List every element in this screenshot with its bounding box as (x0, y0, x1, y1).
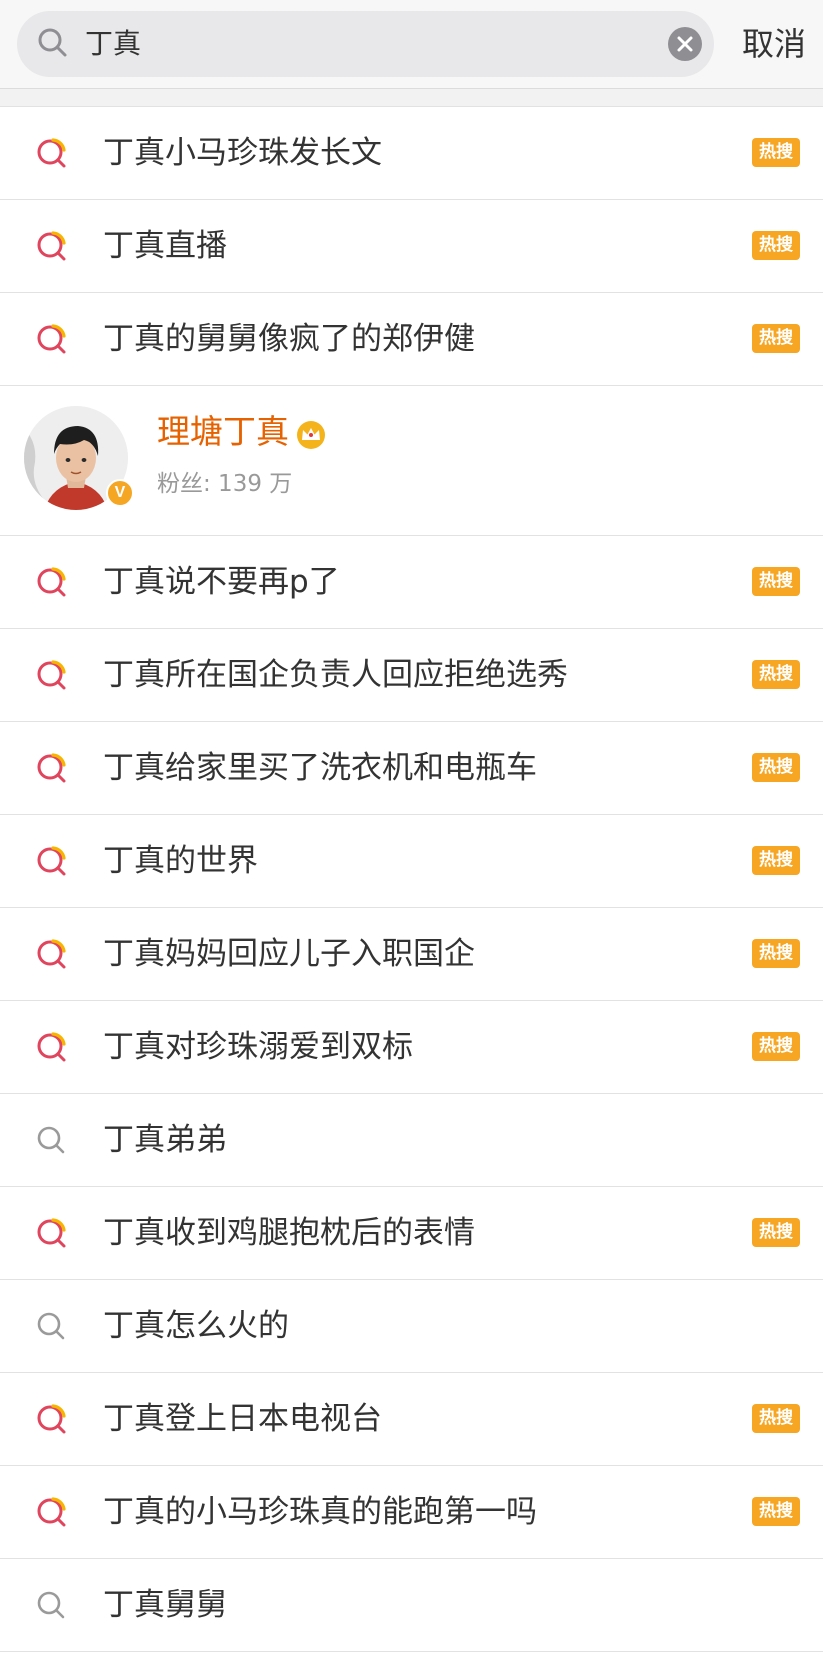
suggestion-row[interactable]: 丁真登上日本电视台 热搜 (0, 1373, 823, 1466)
hot-search-icon (37, 231, 66, 261)
fan-count: 粉丝: 139 万 (157, 471, 293, 497)
hot-search-icon (37, 138, 66, 168)
hot-badge: 热搜 (752, 138, 800, 167)
search-input[interactable]: 丁真 (17, 11, 714, 77)
suggestion-text[interactable]: 丁真登上日本电视台 (103, 1373, 382, 1466)
hot-badge: 热搜 (752, 567, 800, 596)
user-suggestion[interactable]: V 理塘丁真 粉丝: 139 万 (0, 386, 823, 536)
suggestion-row[interactable]: 丁真妈妈回应儿子入职国企 热搜 (0, 908, 823, 1001)
suggestion-text[interactable]: 丁真给家里买了洗衣机和电瓶车 (103, 722, 537, 815)
hot-search-icon (37, 1032, 66, 1062)
suggestion-text[interactable]: 丁真说不要再p了 (103, 536, 340, 629)
suggestion-row[interactable]: 丁真的舅舅像疯了的郑伊健 热搜 (0, 293, 823, 386)
hot-badge: 热搜 (752, 753, 800, 782)
cancel-button[interactable]: 取消 (742, 20, 806, 68)
search-page: 丁真 取消 丁真小马珍珠发长文 热搜 丁真直播 热搜 丁真的舅舅像疯了的郑伊健 … (0, 0, 823, 1659)
suggestion-group-top: 丁真小马珍珠发长文 热搜 丁真直播 热搜 丁真的舅舅像疯了的郑伊健 热搜 (0, 107, 823, 386)
suggestion-row[interactable]: 丁真舅舅 (0, 1559, 823, 1652)
section-divider (0, 89, 823, 107)
clear-icon (677, 36, 693, 52)
suggestion-row[interactable]: 丁真直播 热搜 (0, 200, 823, 293)
hot-search-icon (37, 567, 66, 597)
suggestion-text[interactable]: 丁真收到鸡腿抱枕后的表情 (103, 1187, 475, 1280)
hot-search-icon (37, 660, 66, 690)
hot-badge: 热搜 (752, 1497, 800, 1526)
suggestion-text[interactable]: 丁真所在国企负责人回应拒绝选秀 (103, 629, 568, 722)
hot-badge: 热搜 (752, 231, 800, 260)
hot-search-icon (37, 324, 66, 354)
user-name[interactable]: 理塘丁真 (157, 408, 289, 456)
suggestion-row[interactable]: 丁真说不要再p了 热搜 (0, 536, 823, 629)
suggestion-text[interactable]: 丁真的世界 (103, 815, 258, 908)
suggestion-row[interactable]: 丁真对珍珠溺爱到双标 热搜 (0, 1001, 823, 1094)
suggestion-row[interactable]: 丁真弟弟 (0, 1094, 823, 1187)
hot-badge: 热搜 (752, 1218, 800, 1247)
suggestion-text[interactable]: 丁真对珍珠溺爱到双标 (103, 1001, 413, 1094)
suggestion-row[interactable]: 丁真收到鸡腿抱枕后的表情 热搜 (0, 1187, 823, 1280)
search-header: 丁真 取消 (0, 0, 823, 89)
clear-search-button[interactable] (668, 27, 702, 61)
suggestion-text[interactable]: 丁真的舅舅像疯了的郑伊健 (103, 293, 475, 386)
search-icon (37, 1126, 65, 1154)
hot-search-icon (37, 1218, 66, 1248)
suggestion-list: 丁真小马珍珠发长文 热搜 丁真直播 热搜 丁真的舅舅像疯了的郑伊健 热搜 V 理… (0, 107, 823, 1652)
suggestion-row[interactable]: 丁真所在国企负责人回应拒绝选秀 热搜 (0, 629, 823, 722)
hot-badge: 热搜 (752, 324, 800, 353)
suggestion-text[interactable]: 丁真怎么火的 (103, 1280, 289, 1373)
hot-search-icon (37, 939, 66, 969)
verified-badge: V (106, 479, 134, 507)
hot-badge: 热搜 (752, 846, 800, 875)
suggestion-row[interactable]: 丁真给家里买了洗衣机和电瓶车 热搜 (0, 722, 823, 815)
crown-icon (297, 421, 325, 449)
suggestion-row[interactable]: 丁真小马珍珠发长文 热搜 (0, 107, 823, 200)
hot-badge: 热搜 (752, 1032, 800, 1061)
search-icon (37, 1591, 65, 1619)
suggestion-row[interactable]: 丁真的小马珍珠真的能跑第一吗 热搜 (0, 1466, 823, 1559)
suggestion-row[interactable]: 丁真怎么火的 (0, 1280, 823, 1373)
suggestion-group-bottom: 丁真说不要再p了 热搜 丁真所在国企负责人回应拒绝选秀 热搜 丁真给家里买了洗衣… (0, 536, 823, 1652)
hot-badge: 热搜 (752, 1404, 800, 1433)
search-icon (38, 28, 67, 57)
hot-search-icon (37, 846, 66, 876)
suggestion-text[interactable]: 丁真的小马珍珠真的能跑第一吗 (103, 1466, 537, 1559)
hot-search-icon (37, 1404, 66, 1434)
suggestion-text[interactable]: 丁真弟弟 (103, 1094, 227, 1187)
hot-search-icon (37, 753, 66, 783)
suggestion-row[interactable]: 丁真的世界 热搜 (0, 815, 823, 908)
search-query-text[interactable]: 丁真 (85, 11, 141, 77)
suggestion-text[interactable]: 丁真舅舅 (103, 1559, 227, 1652)
hot-search-icon (37, 1497, 66, 1527)
suggestion-text[interactable]: 丁真小马珍珠发长文 (103, 107, 382, 200)
hot-badge: 热搜 (752, 660, 800, 689)
verified-mark: V (114, 484, 126, 501)
suggestion-text[interactable]: 丁真妈妈回应儿子入职国企 (103, 908, 475, 1001)
hot-badge: 热搜 (752, 939, 800, 968)
suggestion-text[interactable]: 丁真直播 (103, 200, 227, 293)
search-icon (37, 1312, 65, 1340)
